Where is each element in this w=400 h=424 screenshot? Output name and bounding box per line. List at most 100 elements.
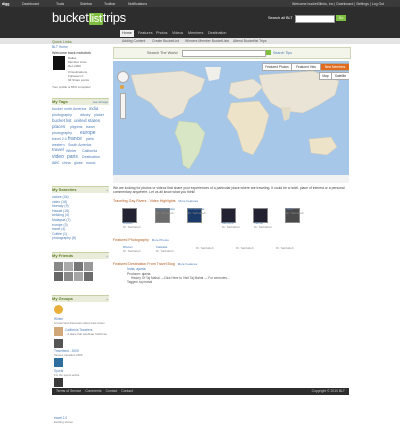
view-all-friends-link[interactable]: » — [106, 253, 108, 259]
search-item[interactable]: photography (8) — [52, 236, 76, 241]
my-groups-title: My Groups — [52, 296, 73, 301]
tag-item[interactable]: aec — [52, 160, 59, 166]
group-avatar[interactable] — [54, 378, 63, 387]
video-highlights-header: Traveling Gay Rivers - Video Highlights M… — [113, 199, 198, 204]
tab-destination-world[interactable]: Destination World — [206, 30, 228, 42]
sysbar-item-sidebar[interactable]: Sidebar — [80, 2, 92, 6]
sysbar-item-notifications[interactable]: Notifications — [128, 2, 147, 6]
group-avatar[interactable] — [54, 358, 63, 367]
stat-share-points: 94 Share points — [68, 77, 90, 82]
tab-members[interactable]: Members — [186, 30, 205, 37]
video-author[interactable]: Dr. Sattrabeh — [188, 211, 206, 216]
video-highlights-title: Traveling Gay Rivers - Video Highlights — [113, 199, 176, 203]
video-author[interactable]: Dr. Sattrabeh — [222, 225, 240, 230]
search-go-button[interactable]: Go — [336, 15, 346, 21]
my-searches-title: My Searches — [52, 187, 77, 192]
more-destinations-link[interactable]: More Features — [178, 262, 198, 266]
new-members-tab[interactable]: New Members — [320, 63, 349, 71]
user-stats: 0 Destinations Followers 0 94 Share poin… — [68, 70, 90, 82]
view-all-groups-link[interactable]: » — [106, 296, 108, 302]
subtab-create-bucketlist[interactable]: Create BucketList — [152, 38, 179, 44]
pan-control[interactable] — [117, 71, 129, 83]
tab-photos[interactable]: Photos — [154, 30, 169, 37]
footer-link-contact-2[interactable]: Contact — [121, 389, 133, 393]
subtab-adding-content[interactable]: Adding Content — [122, 38, 145, 44]
friend-avatar[interactable] — [84, 272, 93, 281]
friend-avatar[interactable] — [84, 262, 93, 271]
video-author[interactable]: Dr. Sattrabeh — [156, 211, 174, 216]
group-avatar[interactable] — [54, 327, 63, 336]
friend-avatar[interactable] — [74, 272, 83, 281]
tag-item[interactable]: china — [62, 160, 71, 166]
map-type-satellite[interactable]: Satellite — [331, 72, 349, 80]
photo-author[interactable]: Dr. Sattrabeh — [123, 249, 141, 254]
tab-features[interactable]: Features — [136, 30, 155, 37]
member-since-date: Dec 2009 — [68, 63, 81, 68]
zoom-slider[interactable] — [120, 93, 126, 119]
group-desc: A travel and discussion about best winte… — [54, 321, 105, 325]
featured-destination-title: Featured Destination From Travel Blog — [113, 262, 175, 266]
photo-row: Bhutan Dr. Sattrabeh Kakkalla Dr. Sattra… — [113, 244, 349, 262]
subtab-attend-trips[interactable]: Attend Bucketlist Trips — [233, 38, 267, 44]
site-search-input[interactable] — [295, 15, 335, 23]
sysbar-item-dashboard[interactable]: Dashboard — [22, 2, 39, 6]
video-author[interactable]: Dr. Sattrabeh — [123, 225, 141, 230]
friend-avatar[interactable] — [64, 262, 73, 271]
video-author[interactable]: Dr. Sattrabeh — [254, 225, 272, 230]
group-avatar[interactable] — [54, 339, 63, 348]
friend-avatar[interactable] — [54, 262, 63, 271]
world-search-input[interactable] — [182, 50, 266, 57]
blt-home-link[interactable]: BLT Home — [52, 45, 68, 49]
video-author[interactable]: Dr. Sattrabeh — [286, 211, 304, 216]
photo-author[interactable]: Dr. Sattrabeh — [156, 249, 174, 254]
world-search-bar: Search The World Search Tips — [113, 47, 351, 59]
quick-links[interactable]: Quick Links — [52, 40, 72, 44]
my-friends-header: My Friends » — [52, 252, 109, 259]
digg-brand[interactable]: digg — [2, 2, 9, 6]
view-all-searches-link[interactable]: » — [106, 187, 108, 193]
featured-destination-header: Featured Destination From Travel Blog Mor… — [113, 262, 197, 267]
footer-link-comments[interactable]: Comments — [85, 389, 101, 393]
tag-item[interactable]: music — [86, 160, 95, 166]
user-links[interactable]: Welcome bucket3links, Inc | Dashboard | … — [292, 2, 384, 6]
my-tags-header: My Tags see all tags — [52, 98, 109, 105]
user-info: Dallas Member since Dec 2009 — [68, 56, 87, 68]
tab-videos[interactable]: Videos — [170, 30, 185, 37]
world-search-button[interactable] — [266, 50, 271, 55]
site-logo[interactable]: bucketlisttrips — [52, 10, 126, 25]
group-avatar[interactable] — [54, 305, 63, 314]
logo-text-trips: trips — [102, 10, 126, 25]
subtab-winners[interactable]: Winners Member BucketLists — [185, 38, 229, 44]
more-features-link[interactable]: More Features — [179, 199, 199, 203]
search-tips-link[interactable]: Search Tips — [273, 51, 292, 55]
avatar[interactable] — [53, 56, 65, 70]
pegman-icon[interactable] — [120, 85, 124, 89]
friend-avatar[interactable] — [64, 272, 73, 281]
group-desc: ...A place that celebrate California — [65, 332, 107, 336]
photo-author[interactable]: Dr. Sattrabeh — [236, 246, 254, 251]
more-photos-link[interactable]: More Photos — [152, 238, 169, 242]
sysbar-item-toolbar[interactable]: Toolbar — [104, 2, 115, 6]
tag-item[interactable]: globe — [74, 160, 83, 166]
group-desc: Various travellers 2009 — [54, 353, 83, 357]
tab-home[interactable]: Home — [120, 30, 134, 37]
featured-photos-tab[interactable]: Featured Photos — [262, 63, 292, 71]
logo-text-list: list — [88, 13, 103, 25]
footer-link-terms[interactable]: Terms of Service — [56, 389, 81, 393]
footer-link-contact[interactable]: Contact — [106, 389, 118, 393]
friend-avatar[interactable] — [74, 262, 83, 271]
world-map[interactable]: Featured Photos Featured Vids New Member… — [113, 61, 349, 183]
my-groups-header: My Groups » — [52, 295, 109, 302]
photo-author[interactable]: Dr. Sattrabeh — [196, 246, 214, 251]
left-sidebar: Quick Links BLT Home Welcome back mcbobe… — [52, 40, 109, 424]
featured-vids-tab[interactable]: Featured Vids — [291, 63, 321, 71]
group-desc: For the sports active — [54, 373, 80, 377]
sysbar-item-tools[interactable]: Tools — [56, 2, 64, 6]
logo-text-bucket: bucket — [52, 10, 89, 25]
see-all-tags-link[interactable]: see all tags — [93, 99, 108, 105]
searches-list: nature (34) video (18) Norway (9) Hawaii… — [52, 195, 76, 241]
photo-author[interactable]: Dr. Sattrabeh — [276, 246, 294, 251]
copyright: Copyright © 2010 BLT — [311, 389, 345, 393]
blog-tags: Tagged: taj mahal — [127, 279, 153, 284]
friend-avatar[interactable] — [54, 272, 63, 281]
